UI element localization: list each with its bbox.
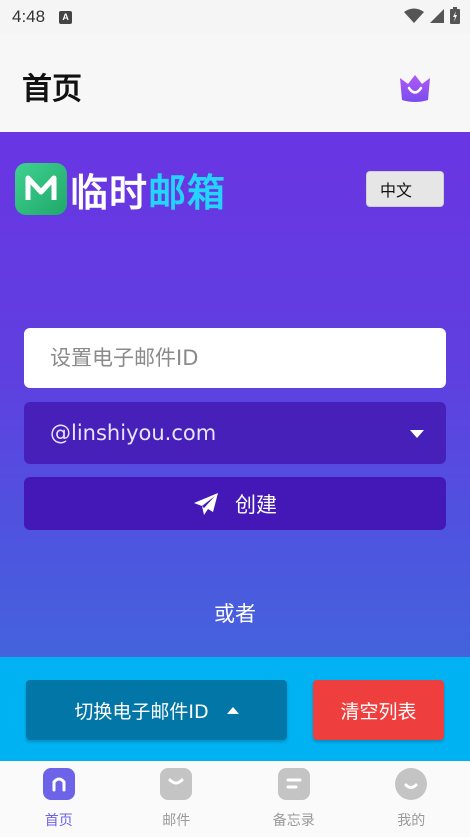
vip-crown-icon[interactable] [396,68,434,106]
create-button-label: 创建 [235,492,277,517]
action-bar: 切换电子邮件ID 清空列表 [0,657,470,761]
domain-select[interactable]: @linshiyou.com [24,402,446,464]
memo-icon [277,768,310,800]
switch-email-id-button[interactable]: 切换电子邮件ID [26,680,287,740]
logo-part-2: 邮箱 [148,171,227,215]
language-button[interactable]: 中文 [366,171,444,207]
tab-mail[interactable]: 邮件 [118,761,236,837]
tab-profile-label: 我的 [397,813,426,829]
tab-home[interactable]: 首页 [0,761,118,837]
app-header: 首页 [0,34,470,132]
notification-icon: A [59,10,73,24]
battery-icon [450,7,460,24]
hero-panel: 临时邮箱 中文 @linshiyou.com 创建 或者 [0,132,470,657]
status-time: 4:48 [12,7,46,26]
tab-mail-label: 邮件 [162,813,191,829]
signal-icon [430,8,444,23]
app-logo-text: 临时邮箱 [70,162,226,217]
status-bar: 4:48 A [0,0,470,34]
chevron-down-icon [410,430,424,438]
tab-home-label: 首页 [44,813,73,829]
or-divider-text: 或者 [214,602,256,626]
tab-memo-label: 备忘录 [272,813,315,829]
page-title: 首页 [22,72,82,107]
clear-list-label: 清空列表 [340,700,417,723]
logo-part-1: 临时 [70,171,149,215]
home-icon [42,768,75,800]
chevron-up-icon [226,706,239,714]
tab-memo[interactable]: 备忘录 [235,761,353,837]
switch-email-id-label: 切换电子邮件ID [74,700,209,723]
create-button[interactable]: 创建 [24,477,446,530]
bottom-tab-bar: 首页 邮件 备忘录 我的 [0,761,470,837]
email-id-input[interactable] [24,328,446,388]
mail-icon [160,768,193,800]
send-icon [194,492,218,515]
clear-list-button[interactable]: 清空列表 [313,680,444,740]
logo-m-icon [15,163,67,215]
profile-icon [395,768,428,800]
status-indicators [404,7,460,24]
domain-selected-value: @linshiyou.com [50,421,217,445]
tab-profile[interactable]: 我的 [353,761,470,837]
wifi-icon [404,8,424,23]
